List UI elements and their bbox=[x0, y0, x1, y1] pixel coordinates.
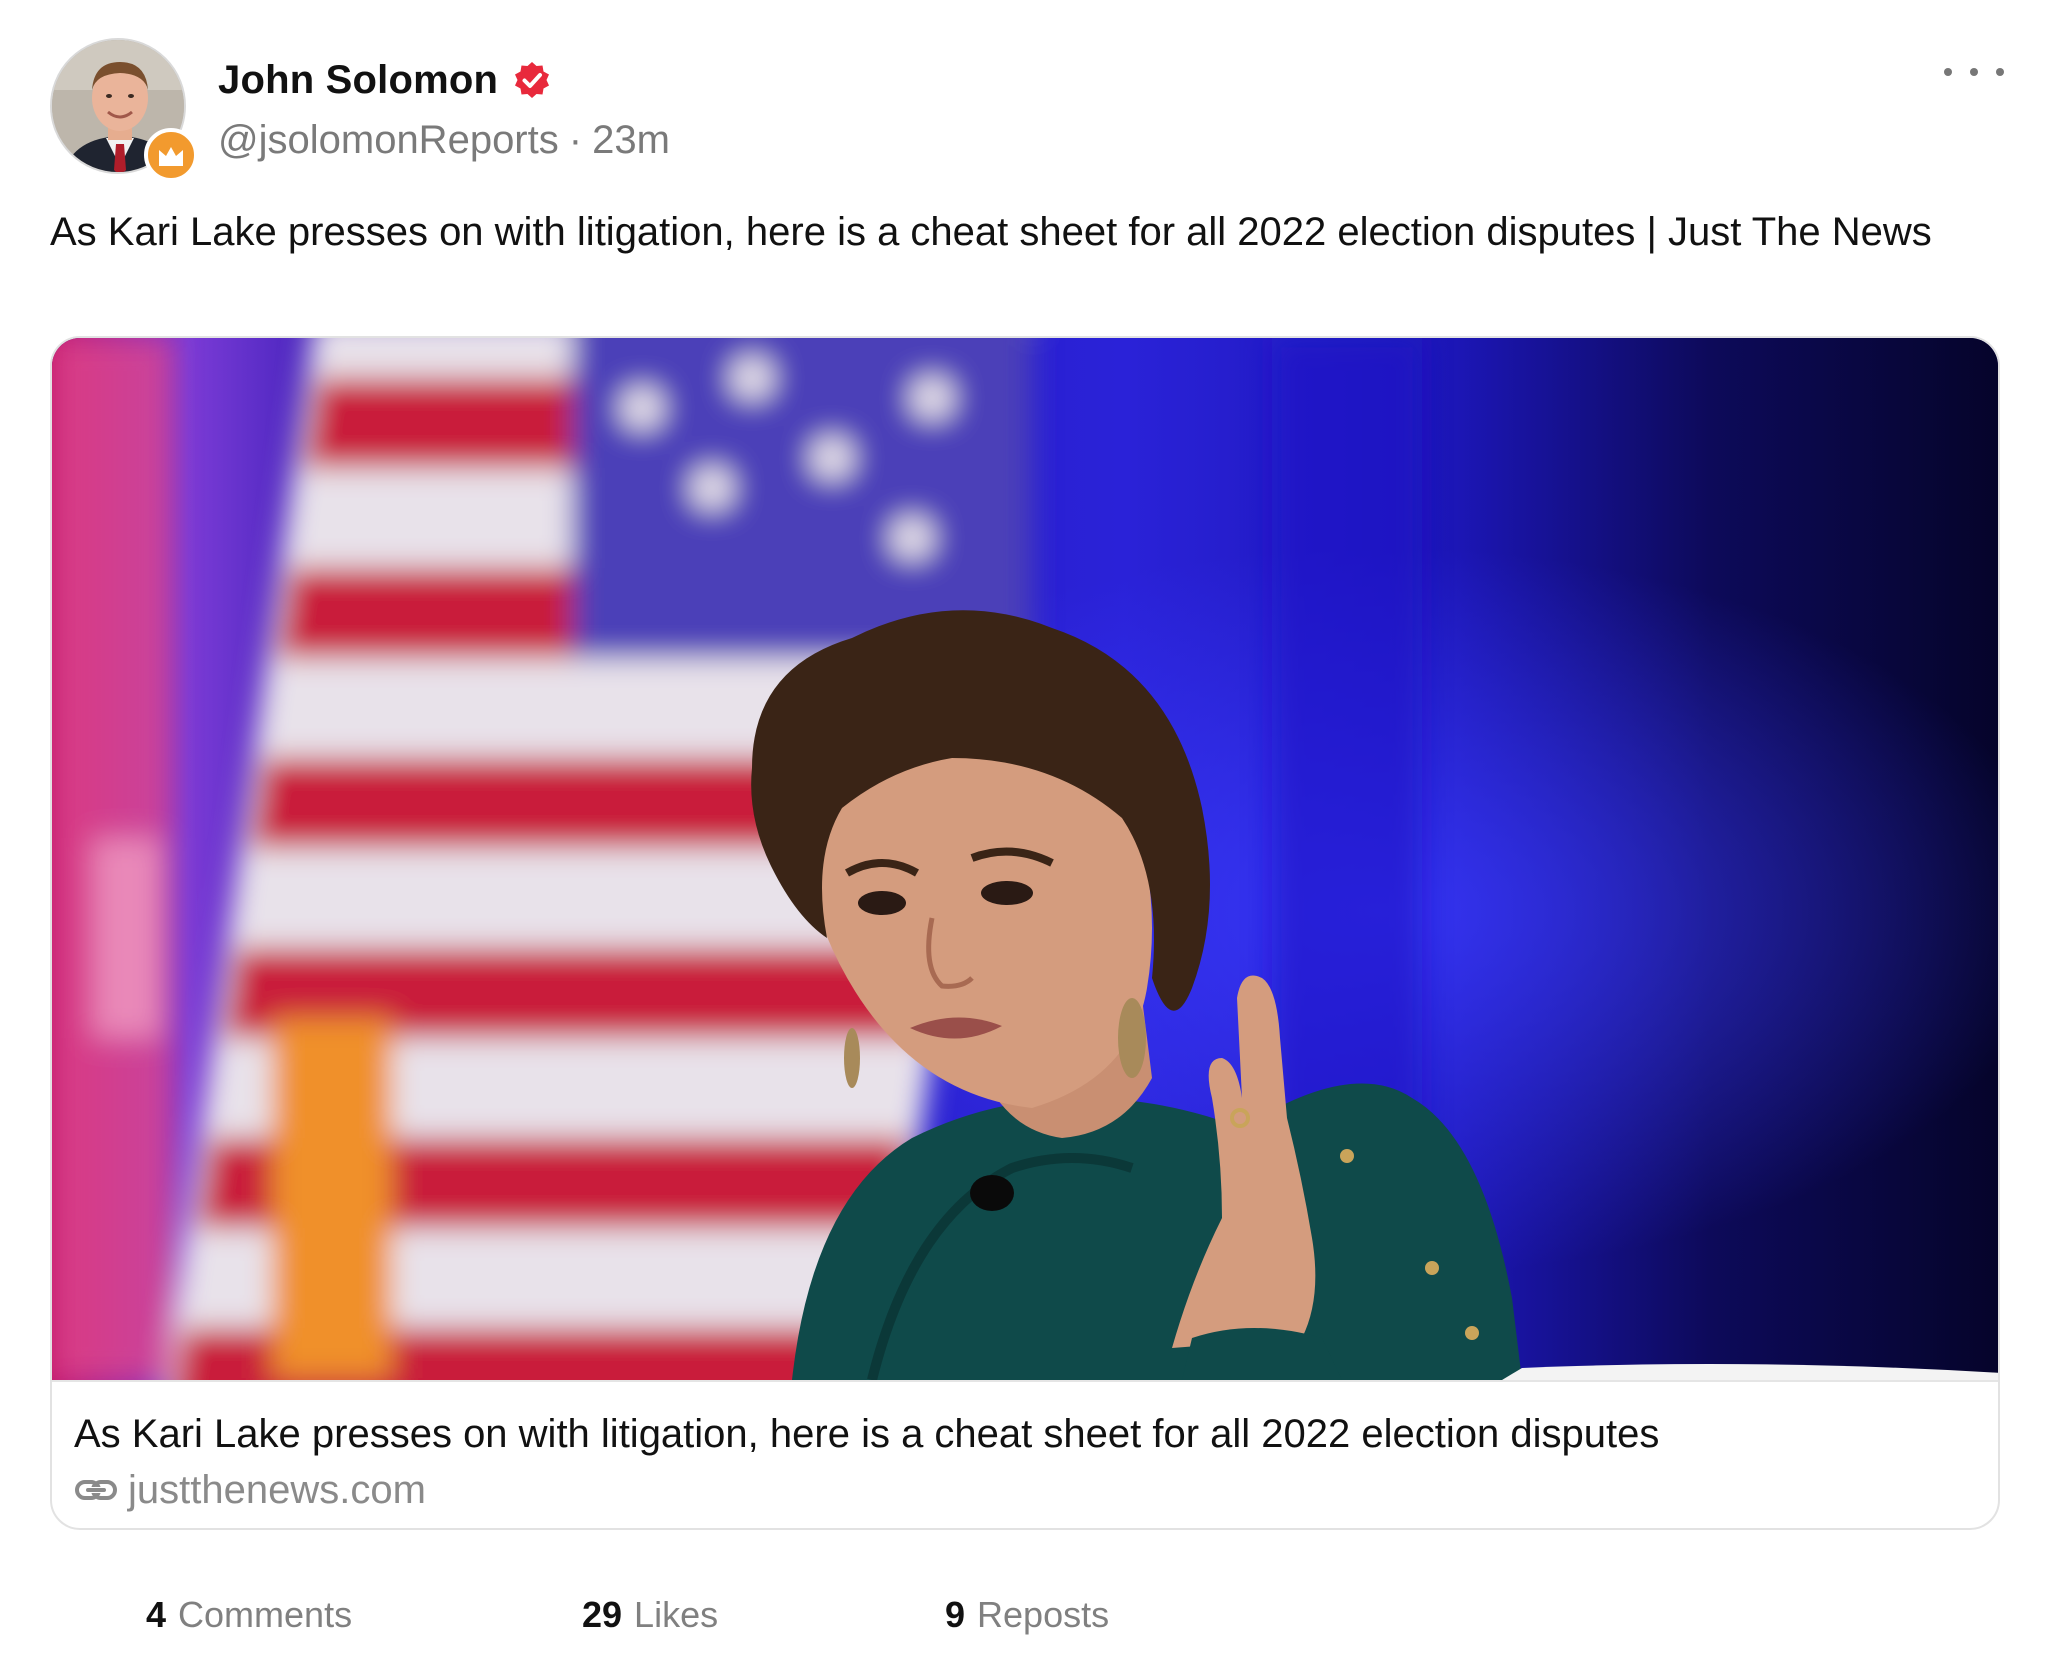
meta-separator: · bbox=[568, 117, 583, 162]
likes-count: 29 bbox=[582, 1594, 623, 1635]
post-stats: 4 Comments 29 Likes 9 Reposts bbox=[0, 1594, 2048, 1644]
comments-count: 4 bbox=[146, 1594, 167, 1635]
author-name-row: John Solomon bbox=[218, 50, 670, 110]
post-text: As Kari Lake presses on with litigation,… bbox=[50, 210, 1932, 254]
more-horizontal-icon bbox=[1944, 68, 1952, 76]
link-icon bbox=[75, 1480, 117, 1500]
reposts-count: 9 bbox=[945, 1594, 966, 1635]
likes-label: Likes bbox=[634, 1594, 719, 1635]
verified-check-icon bbox=[515, 62, 550, 98]
crown-badge bbox=[144, 128, 198, 182]
comments-label: Comments bbox=[178, 1594, 353, 1635]
link-preview-title[interactable]: As Kari Lake presses on with litigation,… bbox=[74, 1408, 1976, 1460]
link-preview-image[interactable] bbox=[52, 338, 1998, 1380]
link-preview-footer[interactable]: As Kari Lake presses on with litigation,… bbox=[52, 1380, 1998, 1528]
comments-stat[interactable]: 4 Comments bbox=[146, 1594, 352, 1636]
more-options-button[interactable] bbox=[1944, 58, 2004, 86]
reposts-stat[interactable]: 9 Reposts bbox=[945, 1594, 1109, 1636]
author-info: John Solomon @jsolomonReports · 23m bbox=[218, 50, 670, 168]
link-preview-card[interactable]: As Kari Lake presses on with litigation,… bbox=[50, 336, 2000, 1530]
crown-icon bbox=[159, 147, 183, 166]
link-preview-domain-row: justthenews.com bbox=[74, 1464, 1976, 1516]
more-dot bbox=[1996, 68, 2004, 76]
link-preview-domain: justthenews.com bbox=[128, 1468, 426, 1512]
author-meta-row: @jsolomonReports · 23m bbox=[218, 112, 670, 168]
post-timestamp[interactable]: 23m bbox=[592, 118, 670, 163]
likes-stat[interactable]: 29 Likes bbox=[582, 1594, 718, 1636]
more-dot bbox=[1970, 68, 1978, 76]
author-avatar-container[interactable] bbox=[50, 38, 198, 182]
reposts-label: Reposts bbox=[977, 1594, 1110, 1635]
author-handle[interactable]: @jsolomonReports bbox=[218, 118, 559, 163]
preview-photo bbox=[52, 338, 1998, 1380]
author-name[interactable]: John Solomon bbox=[218, 58, 498, 103]
